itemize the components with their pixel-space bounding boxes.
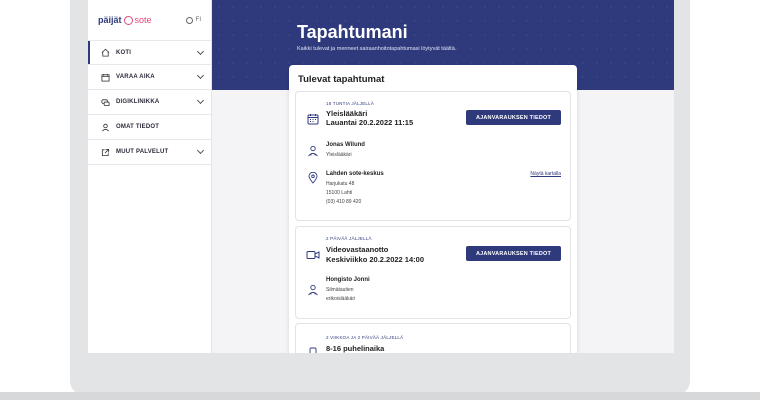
sidebar-item-label: OMAT TIEDOT <box>116 124 160 130</box>
external-link-icon <box>100 147 110 157</box>
doctor-icon <box>306 144 320 158</box>
app-screen: päijät sote FI KOTI VARAA AIKA DIGIKLINI… <box>88 0 674 353</box>
phone-icon <box>306 346 320 353</box>
practitioner-role: Silmätautien <box>326 287 354 293</box>
chevron-down-icon <box>196 146 205 155</box>
time-remaining-badge: 18 TUNTIA JÄLJELLÄ <box>326 101 375 106</box>
appointment-details-button[interactable]: AJANVARAUKSEN TIEDOT <box>466 246 561 261</box>
person-icon <box>100 122 110 132</box>
logo-ring-icon <box>123 15 133 25</box>
location-name: Lahden sote-keskus <box>326 171 384 177</box>
sidebar-item-varaa-aika[interactable]: VARAA AIKA <box>88 65 211 90</box>
event-card: 2 VIIKKOA JA 2 PÄIVÄÄ JÄLJELLÄ 8-16 puhe… <box>295 323 571 353</box>
sidebar-item-label: DIGIKLINIKKA <box>116 99 160 105</box>
upcoming-events-panel: Tulevat tapahtumat 18 TUNTIA JÄLJELLÄ Yl… <box>289 65 577 353</box>
sidebar-nav: KOTI VARAA AIKA DIGIKLINIKKA OMAT TIEDOT… <box>88 40 211 165</box>
location-phone: (03) 410 89 420 <box>326 199 362 205</box>
laptop-base <box>0 392 760 400</box>
language-switcher[interactable]: FI <box>185 16 201 24</box>
event-title: Yleislääkäri <box>326 109 368 118</box>
event-datetime: Lauantai 20.2.2022 11:15 <box>326 118 414 127</box>
event-title: 8-16 puhelinaika <box>326 344 385 353</box>
video-camera-icon <box>306 248 320 262</box>
logo-main: päijät <box>98 15 122 25</box>
sidebar: päijät sote FI KOTI VARAA AIKA DIGIKLINI… <box>88 0 212 353</box>
practitioner-role: erikoislääkäri <box>326 296 356 302</box>
appointment-details-button[interactable]: AJANVARAUKSEN TIEDOT <box>466 110 561 125</box>
practitioner-role: Yleislääkäri <box>326 152 352 158</box>
calendar-icon <box>100 72 110 82</box>
page-title: Tapahtumani <box>297 22 408 42</box>
chevron-down-icon <box>196 71 205 80</box>
location-pin-icon <box>306 171 320 185</box>
practitioner-name: Jonas Wilund <box>326 142 365 148</box>
sidebar-item-label: VARAA AIKA <box>116 74 155 80</box>
page-subtitle: Kaikki tulevat ja menneet sairaanhoitota… <box>297 46 457 52</box>
calendar-icon <box>306 112 320 126</box>
event-datetime: Keskiviikko 20.2.2022 14:00 <box>326 255 424 264</box>
sidebar-item-omat-tiedot[interactable]: OMAT TIEDOT <box>88 115 211 140</box>
doctor-icon <box>306 283 320 297</box>
language-label: FI <box>195 17 201 23</box>
event-card: 18 TUNTIA JÄLJELLÄ Yleislääkäri Lauantai… <box>295 91 571 221</box>
sidebar-item-koti[interactable]: KOTI <box>88 40 211 65</box>
globe-icon <box>185 16 193 24</box>
location-address: Harjukatu 48 <box>326 181 355 187</box>
panel-title: Tulevat tapahtumat <box>298 74 385 85</box>
practitioner-name: Hongisto Jonni <box>326 277 370 283</box>
logo-sub: sote <box>134 15 152 25</box>
home-icon <box>100 48 110 58</box>
show-on-map-link[interactable]: Näytä kartalla <box>530 171 561 177</box>
location-postal: 15100 Lahti <box>326 190 353 196</box>
time-remaining-badge: 2 PÄIVÄÄ JÄLJELLÄ <box>326 236 372 241</box>
event-title: Videovastaanotto <box>326 245 389 254</box>
chevron-down-icon <box>196 96 205 105</box>
sidebar-item-label: KOTI <box>116 49 132 56</box>
sidebar-item-label: MUUT PALVELUT <box>116 149 169 155</box>
sidebar-item-digiklinikka[interactable]: DIGIKLINIKKA <box>88 90 211 115</box>
chat-icon <box>100 97 110 107</box>
chevron-down-icon <box>196 47 205 55</box>
brand-logo[interactable]: päijät sote <box>98 15 152 25</box>
time-remaining-badge: 2 VIIKKOA JA 2 PÄIVÄÄ JÄLJELLÄ <box>326 335 404 340</box>
sidebar-item-muut-palvelut[interactable]: MUUT PALVELUT <box>88 140 211 165</box>
sidebar-topbar: päijät sote FI <box>88 0 211 40</box>
event-card: 2 PÄIVÄÄ JÄLJELLÄ Videovastaanotto Keski… <box>295 226 571 319</box>
